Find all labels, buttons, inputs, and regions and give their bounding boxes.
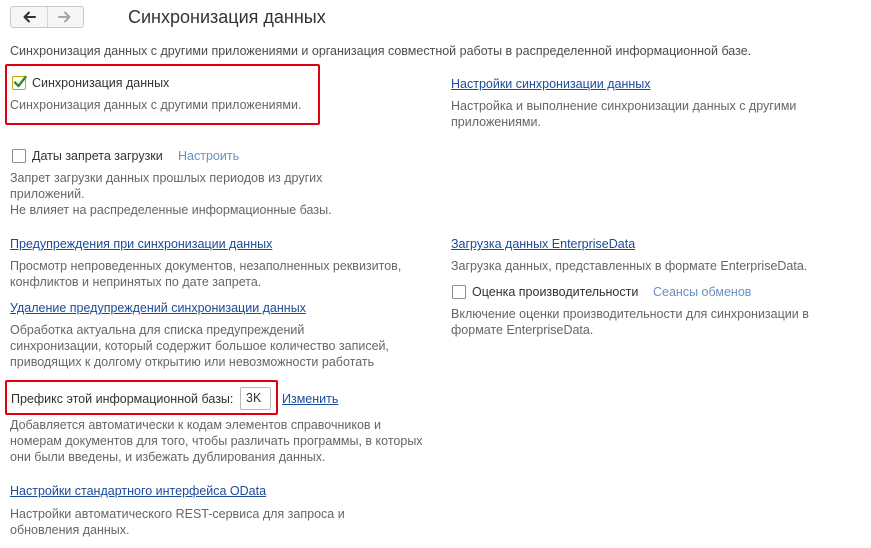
load-ban-desc-line-1: Запрет загрузки данных прошлых периодов … bbox=[10, 171, 323, 185]
enterprise-data-description: Загрузка данных, представленных в формат… bbox=[451, 259, 808, 273]
odata-desc-line-1: Настройки автоматического REST-сервиса д… bbox=[10, 507, 345, 521]
sync-label[interactable]: Синхронизация данных bbox=[32, 76, 169, 90]
warnings-desc-line-2: конфликтов и непринятых по дате запрета. bbox=[10, 275, 262, 289]
sync-settings-desc-line-2: приложениями. bbox=[451, 115, 541, 129]
back-button[interactable] bbox=[11, 7, 47, 27]
delete-warnings-desc-line-1: Обработка актуальна для списка предупреж… bbox=[10, 323, 305, 337]
load-ban-desc-line-2: приложений. bbox=[10, 187, 85, 201]
delete-warnings-link[interactable]: Удаление предупреждений синхронизации да… bbox=[10, 301, 306, 315]
exchange-sessions-link[interactable]: Сеансы обменов bbox=[653, 285, 751, 299]
prefix-change-link[interactable]: Изменить bbox=[282, 392, 338, 406]
performance-description: Включение оценки производительности для … bbox=[451, 306, 809, 338]
prefix-label: Префикс этой информационной базы: bbox=[11, 392, 234, 406]
load-ban-description: Запрет загрузки данных прошлых периодов … bbox=[10, 170, 332, 218]
prefix-description: Добавляется автоматически к кодам элемен… bbox=[10, 417, 423, 465]
warnings-desc-line-1: Просмотр непроведенных документов, незап… bbox=[10, 259, 402, 273]
prefix-desc-line-1: Добавляется автоматически к кодам элемен… bbox=[10, 418, 382, 432]
forward-button[interactable] bbox=[46, 7, 84, 27]
delete-warnings-desc-line-3: приводящих к долгому открытию или невозм… bbox=[10, 355, 375, 369]
page-subtitle: Синхронизация данных с другими приложени… bbox=[10, 44, 752, 58]
enterprise-data-link[interactable]: Загрузка данных EnterpriseData bbox=[451, 237, 635, 251]
delete-warnings-description: Обработка актуальна для списка предупреж… bbox=[10, 322, 389, 370]
warnings-description: Просмотр непроведенных документов, незап… bbox=[10, 258, 401, 290]
odata-description: Настройки автоматического REST-сервиса д… bbox=[10, 506, 345, 538]
warnings-link[interactable]: Предупреждения при синхронизации данных bbox=[10, 237, 272, 251]
load-ban-configure-link[interactable]: Настроить bbox=[178, 149, 239, 163]
load-ban-label[interactable]: Даты запрета загрузки bbox=[32, 149, 163, 163]
prefix-desc-line-3: они были введены, и избежать дублировани… bbox=[10, 450, 326, 464]
sync-settings-link[interactable]: Настройки синхронизации данных bbox=[451, 77, 651, 91]
load-ban-desc-line-3: Не влияет на распределенные информационн… bbox=[10, 203, 332, 217]
odata-desc-line-2: обновления данных. bbox=[10, 523, 130, 537]
navigation-buttons bbox=[10, 6, 84, 28]
sync-settings-desc-line-1: Настройка и выполнение синхронизации дан… bbox=[451, 99, 797, 113]
prefix-input[interactable]: 3K bbox=[240, 387, 271, 410]
performance-checkbox[interactable] bbox=[452, 285, 466, 299]
highlight-sync-block bbox=[5, 64, 320, 125]
checkmark-icon bbox=[13, 75, 27, 88]
odata-settings-link[interactable]: Настройки стандартного интерфейса OData bbox=[10, 484, 266, 498]
performance-desc-line-2: формате EnterpriseData. bbox=[451, 323, 594, 337]
sync-description: Синхронизация данных с другими приложени… bbox=[10, 98, 302, 112]
page-title: Синхронизация данных bbox=[128, 7, 326, 27]
load-ban-checkbox[interactable] bbox=[12, 149, 26, 163]
performance-desc-line-1: Включение оценки производительности для … bbox=[451, 307, 809, 321]
delete-warnings-desc-line-2: синхронизации, который содержит большое … bbox=[10, 339, 390, 353]
performance-label[interactable]: Оценка производительности bbox=[472, 285, 638, 299]
sync-settings-description: Настройка и выполнение синхронизации дан… bbox=[451, 98, 796, 130]
arrow-right-icon bbox=[58, 11, 71, 23]
prefix-desc-line-2: номерам документов для того, чтобы разли… bbox=[10, 434, 423, 448]
arrow-left-icon bbox=[23, 11, 36, 23]
sync-checkbox[interactable] bbox=[12, 75, 27, 90]
